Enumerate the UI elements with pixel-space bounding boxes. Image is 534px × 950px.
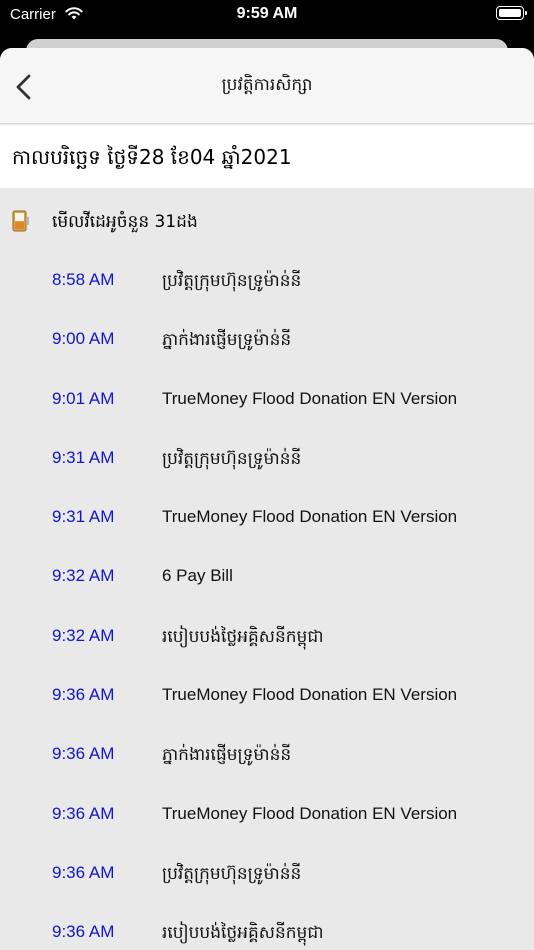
history-time: 9:31 AM	[52, 507, 115, 527]
history-row[interactable]: 9:31 AM TrueMoney Flood Donation EN Versi…	[0, 489, 534, 548]
history-time: 9:36 AM	[52, 744, 115, 764]
history-title: 6 Pay Bill	[162, 566, 233, 586]
history-title: TrueMoney Flood Donation EN Version	[162, 507, 458, 527]
date-header: កាលបរិច្ឆេទ ថ្ងៃទី28 ខែ04 ឆ្នាំ2021	[0, 125, 534, 188]
modal-sheet: ប្រវត្តិការសិក្សា កាលបរិច្ឆេទ ថ្ងៃទី28 ខ…	[0, 48, 534, 950]
history-row[interactable]: 9:36 AM របៀបបង់ថ្លៃអគ្គិសនីកម្ពុជា	[0, 904, 534, 950]
history-row[interactable]: 9:32 AM 6 Pay Bill	[0, 548, 534, 607]
history-row[interactable]: 9:00 AM ភ្នាក់ងារផ្ញើមទ្រូម៉ាន់នី	[0, 311, 534, 370]
history-time: 9:36 AM	[52, 922, 115, 942]
history-title: របៀបបង់ថ្លៃអគ្គិសនីកម្ពុជា	[162, 923, 324, 943]
history-title: TrueMoney Flood Donation EN Version	[162, 685, 458, 705]
video-count-row: មើលវីដេអូចំនួន 31ដង	[0, 198, 534, 248]
date-label: កាលបរិច្ឆេទ ថ្ងៃទី28 ខែ04 ឆ្នាំ2021	[12, 145, 292, 169]
battery-icon	[496, 6, 527, 20]
history-row[interactable]: 9:36 AM TrueMoney Flood Donation EN Versi…	[0, 667, 534, 726]
history-row[interactable]: 9:32 AM របៀបបង់ថ្លៃអគ្គិសនីកម្ពុជា	[0, 608, 534, 667]
history-title: ភ្នាក់ងារផ្ញើមទ្រូម៉ាន់នី	[162, 745, 292, 765]
navigation-bar: ប្រវត្តិការសិក្សា	[0, 48, 534, 124]
history-time: 9:36 AM	[52, 803, 115, 823]
history-time: 9:01 AM	[52, 388, 115, 408]
page-title: ប្រវត្តិការសិក្សា	[221, 75, 313, 95]
history-title: របៀបបង់ថ្លៃអគ្គិសនីកម្ពុជា	[162, 626, 324, 646]
history-row[interactable]: 9:36 AM ប្រវិត្តក្រុមហ៊ុនទ្រូម៉ាន់នី	[0, 845, 534, 904]
history-row[interactable]: 9:36 AM TrueMoney Flood Donation EN Versi…	[0, 786, 534, 845]
history-title: TrueMoney Flood Donation EN Version	[162, 388, 458, 408]
history-title: ប្រវិត្តក្រុមហ៊ុនទ្រូម៉ាន់នី	[162, 863, 302, 883]
history-title: ប្រវិត្តក្រុមហ៊ុនទ្រូម៉ាន់នី	[162, 448, 302, 468]
status-time: 9:59 AM	[236, 5, 298, 22]
history-row[interactable]: 9:31 AM ប្រវិត្តក្រុមហ៊ុនទ្រូម៉ាន់នី	[0, 430, 534, 489]
history-title: ភ្នាក់ងារផ្ញើមទ្រូម៉ាន់នី	[162, 330, 292, 350]
phone-battery-icon	[12, 210, 29, 232]
history-time: 9:36 AM	[52, 862, 115, 882]
history-row[interactable]: 8:58 AM ប្រវិត្តក្រុមហ៊ុនទ្រូម៉ាន់នី	[0, 252, 534, 311]
history-time: 8:58 AM	[52, 270, 115, 289]
history-time: 9:32 AM	[52, 566, 115, 586]
history-row[interactable]: 9:01 AM TrueMoney Flood Donation EN Versi…	[0, 371, 534, 430]
history-time: 9:32 AM	[52, 625, 115, 645]
history-title: TrueMoney Flood Donation EN Version	[162, 803, 458, 823]
history-time: 9:00 AM	[52, 329, 115, 349]
history-title: ប្រវិត្តក្រុមហ៊ុនទ្រូម៉ាន់នី	[162, 271, 302, 290]
status-bar: Carrier 9:59 AM	[0, 0, 534, 30]
history-row[interactable]: 9:36 AM ភ្នាក់ងារផ្ញើមទ្រូម៉ាន់នី	[0, 726, 534, 785]
history-time: 9:31 AM	[52, 447, 115, 467]
history-time: 9:36 AM	[52, 685, 115, 705]
video-count-label: មើលវីដេអូចំនួន 31ដង	[52, 212, 198, 232]
history-list: 8:58 AM ប្រវិត្តក្រុមហ៊ុនទ្រូម៉ាន់នី 9:00 …	[0, 252, 534, 950]
